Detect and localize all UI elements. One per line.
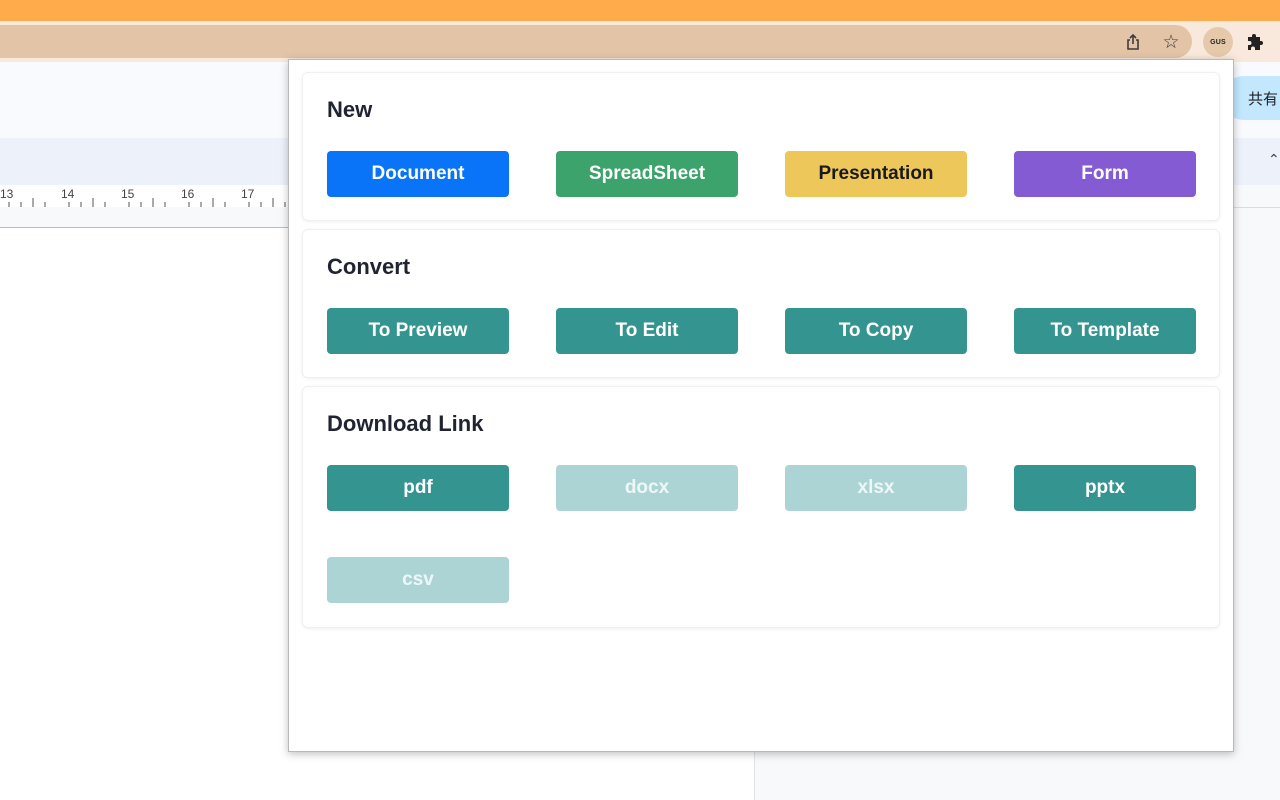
gus-extension-button[interactable]: GUS <box>1203 27 1233 57</box>
ruler: 13 14 15 16 17 <box>0 185 290 207</box>
share-icon[interactable] <box>1120 29 1146 55</box>
new-presentation-button[interactable]: Presentation <box>785 151 967 197</box>
to-template-button[interactable]: To Template <box>1014 308 1196 354</box>
download-link-section-title: Download Link <box>327 411 484 436</box>
new-section-title: New <box>327 97 373 122</box>
tab-strip <box>0 0 1280 21</box>
extension-popup: New Document SpreadSheet Presentation Fo… <box>288 59 1234 752</box>
ruler-number: 15 <box>121 187 135 201</box>
star-icon[interactable]: ☆ <box>1158 29 1184 55</box>
new-section: New Document SpreadSheet Presentation Fo… <box>303 73 1219 220</box>
ruler-number: 14 <box>61 187 75 201</box>
to-preview-button[interactable]: To Preview <box>327 308 509 354</box>
download-csv-button[interactable]: csv <box>327 557 509 603</box>
share-button-label: 共有 <box>1248 89 1279 108</box>
to-copy-button[interactable]: To Copy <box>785 308 967 354</box>
ribbon-divider <box>1234 207 1280 208</box>
convert-section-title: Convert <box>327 254 411 279</box>
chevron-up-icon[interactable]: ⌃ <box>1268 152 1280 168</box>
puzzle-icon[interactable] <box>1243 29 1269 55</box>
download-xlsx-button[interactable]: xlsx <box>785 465 967 511</box>
ruler-number: 17 <box>241 187 255 201</box>
new-spreadsheet-button[interactable]: SpreadSheet <box>556 151 738 197</box>
convert-section: Convert To Preview To Edit To Copy To Te… <box>303 230 1219 377</box>
new-form-button[interactable]: Form <box>1014 151 1196 197</box>
download-pdf-button[interactable]: pdf <box>327 465 509 511</box>
to-edit-button[interactable]: To Edit <box>556 308 738 354</box>
ruler-number: 16 <box>181 187 195 201</box>
download-link-section: Download Link pdf docx xlsx pptx csv <box>303 387 1219 627</box>
address-bar[interactable] <box>0 25 1192 58</box>
new-document-button[interactable]: Document <box>327 151 509 197</box>
ruler-number: 13 <box>0 187 14 201</box>
download-pptx-button[interactable]: pptx <box>1014 465 1196 511</box>
download-docx-button[interactable]: docx <box>556 465 738 511</box>
